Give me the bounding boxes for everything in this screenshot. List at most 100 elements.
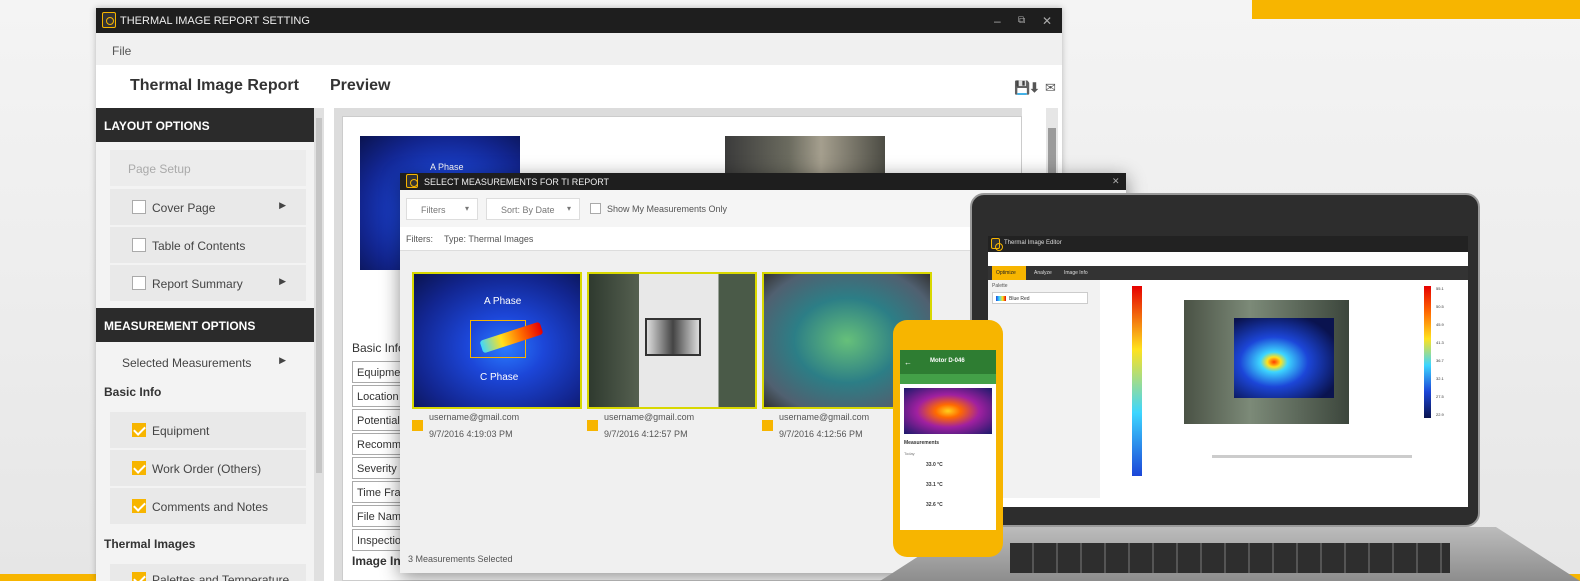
app-logo-icon	[406, 174, 418, 188]
measurement-tile-2[interactable]	[587, 272, 757, 409]
measurement-tile-1[interactable]: A Phase C Phase	[412, 272, 582, 409]
color-scale-bar	[1424, 286, 1431, 418]
chevron-right-icon: ▶	[279, 276, 286, 286]
tile-2-checkbox[interactable]	[587, 420, 598, 431]
tile-3-date: 9/7/2016 4:12:56 PM	[779, 429, 863, 439]
laptop-screen: Thermal Image Editor Optimize Analyze Im…	[988, 236, 1468, 507]
reading-3[interactable]: 32.6 °C	[926, 502, 943, 508]
tile-3-checkbox[interactable]	[762, 420, 773, 431]
work-order-label: Work Order (Others)	[152, 462, 262, 476]
sort-dropdown[interactable]: Sort: By Date ▾	[486, 198, 580, 220]
palette-item[interactable]: Palettes and Temperature scale	[110, 564, 306, 581]
title-bar: THERMAL IMAGE REPORT SETTING – ⧉ ✕	[96, 8, 1062, 33]
cover-page-checkbox[interactable]	[132, 200, 146, 214]
toc-checkbox[interactable]	[132, 238, 146, 252]
phone-screen: ← Motor D-046 Measurements Today 33.0 °C…	[900, 350, 996, 530]
editor-title-bar: Thermal Image Editor	[988, 236, 1468, 252]
tile-1-checkbox[interactable]	[412, 420, 423, 431]
comments-item[interactable]: Comments and Notes	[110, 488, 306, 524]
measurements-heading: Measurements	[904, 440, 940, 446]
reading-2[interactable]: 33.1 °C	[926, 482, 943, 488]
filters-caption: Filters:	[406, 234, 433, 244]
equipment-label: Equipment	[152, 424, 210, 438]
toc-label: Table of Contents	[152, 239, 246, 253]
today-label: Today	[904, 451, 915, 456]
palette-checkbox[interactable]	[132, 572, 146, 581]
editor-title: Thermal Image Editor	[1004, 240, 1062, 246]
comments-checkbox[interactable]	[132, 499, 146, 513]
window-title: THERMAL IMAGE REPORT SETTING	[120, 15, 310, 27]
tile-3-user: username@gmail.com	[779, 412, 870, 422]
basic-info-heading: Basic Info	[104, 385, 162, 399]
tab-optimize[interactable]: Optimize	[996, 270, 1016, 276]
measurement-options-header: MEASUREMENT OPTIONS	[96, 308, 314, 342]
cover-page-item[interactable]: Cover Page ▶	[110, 189, 306, 225]
scale-value-2: 50.5	[1436, 304, 1444, 309]
thermal-images-heading: Thermal Images	[104, 537, 196, 551]
scale-value-8: 22.9	[1436, 412, 1444, 417]
dialog-title: SELECT MEASUREMENTS FOR TI REPORT	[424, 177, 610, 187]
preview-heading: Preview	[330, 77, 391, 94]
scale-value-3: 45.9	[1436, 322, 1444, 327]
zoom-slider[interactable]	[1212, 455, 1412, 458]
filters-label: Filters	[421, 205, 446, 215]
phone-title: Motor D-046	[930, 358, 965, 364]
filter-type-chip[interactable]: Type: Thermal Images	[444, 234, 533, 244]
equipment-item[interactable]: Equipment	[110, 412, 306, 448]
filters-dropdown[interactable]: Filters ▾	[406, 198, 478, 220]
chevron-down-icon: ▾	[567, 204, 572, 213]
show-mine-label: Show My Measurements Only	[607, 204, 728, 214]
mail-icon[interactable]: ✉	[1045, 80, 1059, 95]
menu-bar: File	[96, 33, 1062, 65]
table-of-contents-item[interactable]: Table of Contents	[110, 227, 306, 263]
back-arrow-icon[interactable]: ←	[904, 358, 912, 367]
scale-value-7: 27.5	[1436, 394, 1444, 399]
cover-page-label: Cover Page	[152, 201, 216, 215]
close-button[interactable]: ✕	[1042, 14, 1052, 28]
download-icon[interactable]: ⬇	[1029, 80, 1043, 95]
equipment-checkbox[interactable]	[132, 423, 146, 437]
palette-value: Blue Red	[1009, 296, 1030, 302]
image-info-label: Image In	[352, 554, 401, 568]
scale-value-5: 36.7	[1436, 358, 1444, 363]
report-summary-checkbox[interactable]	[132, 276, 146, 290]
show-mine-checkbox[interactable]	[590, 203, 601, 214]
selection-status: 3 Measurements Selected	[408, 554, 513, 564]
tab-analyze[interactable]: Analyze	[1034, 270, 1052, 276]
tile-a-phase-label: A Phase	[484, 296, 522, 307]
tab-image-info[interactable]: Image Info	[1064, 270, 1088, 276]
dialog-close-button[interactable]: ✕	[1112, 176, 1120, 187]
palette-label: Palettes and Temperature scale	[152, 573, 290, 581]
report-summary-item[interactable]: Report Summary ▶	[110, 265, 306, 301]
selected-measurements-item[interactable]: Selected Measurements ▶	[110, 344, 306, 380]
options-sidebar: LAYOUT OPTIONS Page Setup Cover Page ▶ T…	[96, 108, 314, 581]
chevron-down-icon: ▾	[465, 204, 470, 213]
app-logo-icon	[991, 238, 1003, 251]
restore-button[interactable]: ⧉	[1018, 15, 1025, 26]
reading-1[interactable]: 33.0 °C	[926, 462, 943, 468]
temperature-scale-bar	[1132, 286, 1142, 476]
a-phase-label: A Phase	[430, 162, 464, 172]
menu-file[interactable]: File	[112, 44, 131, 58]
page-setup-item[interactable]: Page Setup	[110, 150, 306, 186]
thermal-overlay	[1234, 318, 1334, 398]
page-setup-label: Page Setup	[128, 162, 191, 176]
minimize-button[interactable]: –	[994, 14, 1001, 28]
report-heading: Thermal Image Report	[130, 77, 299, 94]
chevron-right-icon: ▶	[279, 200, 286, 210]
work-order-checkbox[interactable]	[132, 461, 146, 475]
save-icon[interactable]: 💾	[1014, 80, 1030, 95]
work-order-item[interactable]: Work Order (Others)	[110, 450, 306, 486]
editor-settings-panel: Palette Blue Red	[988, 280, 1100, 498]
scale-value-4: 41.3	[1436, 340, 1444, 345]
tile-2-user: username@gmail.com	[604, 412, 695, 422]
accent-bar	[1252, 0, 1580, 19]
measurement-box	[645, 318, 701, 356]
comments-label: Comments and Notes	[152, 500, 269, 514]
sidebar-scroll-thumb[interactable]	[316, 118, 322, 473]
phone-app-bar: ← Motor D-046	[900, 350, 996, 374]
palette-select[interactable]: Blue Red	[992, 292, 1088, 304]
scale-value-6: 32.1	[1436, 376, 1444, 381]
measurement-box	[470, 320, 526, 358]
tile-1-user: username@gmail.com	[429, 412, 520, 422]
